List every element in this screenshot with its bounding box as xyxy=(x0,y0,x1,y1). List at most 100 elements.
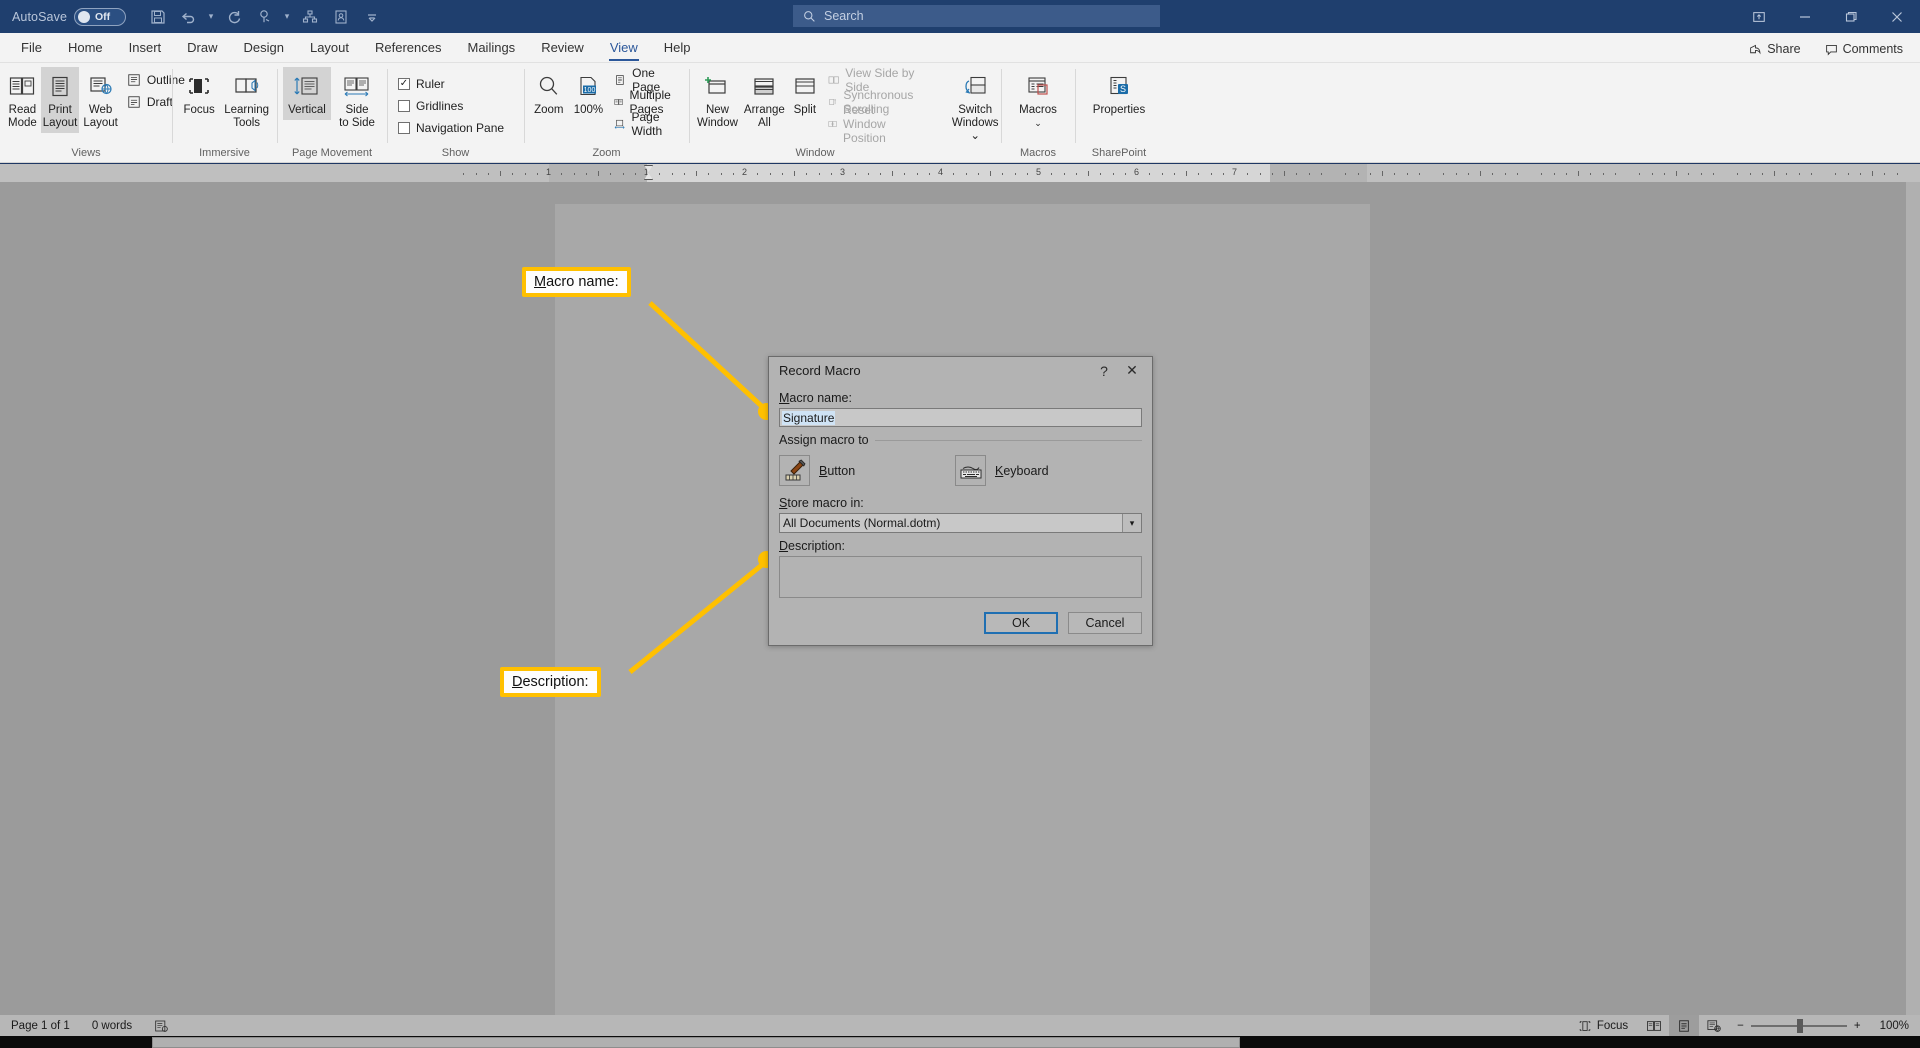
proofing-icon[interactable] xyxy=(143,1015,180,1036)
ruler-minor-tick xyxy=(818,172,820,175)
save-icon[interactable] xyxy=(142,4,173,30)
print-layout-view-button[interactable] xyxy=(1669,1015,1700,1036)
read-mode-button[interactable]: Read Mode xyxy=(6,67,39,133)
ruler-checkbox-row[interactable]: Ruler xyxy=(393,73,509,95)
zoom-slider-thumb[interactable] xyxy=(1796,1018,1803,1033)
description-textarea[interactable] xyxy=(779,556,1142,598)
zoom-button[interactable]: Zoom xyxy=(530,67,568,120)
page-width-button[interactable]: Page Width xyxy=(609,110,683,138)
vertical-button[interactable]: Vertical xyxy=(283,67,331,120)
tab-insert[interactable]: Insert xyxy=(116,34,175,62)
draft-icon xyxy=(128,96,140,108)
search-box[interactable]: Search xyxy=(793,5,1160,27)
navigation-pane-checkbox-row[interactable]: Navigation Pane xyxy=(393,117,509,139)
learning-tools-icon xyxy=(233,70,261,104)
record-macro-dialog[interactable]: Record Macro ? ✕ Macro name: Signature A… xyxy=(768,356,1153,646)
ruler-minor-tick xyxy=(1541,172,1543,175)
organization-chart-icon[interactable] xyxy=(294,4,325,30)
dialog-close-icon[interactable]: ✕ xyxy=(1118,359,1146,383)
zoom-level[interactable]: 100% xyxy=(1869,1015,1920,1036)
vertical-scrollbar[interactable] xyxy=(1906,182,1920,1027)
share-button[interactable]: Share xyxy=(1740,39,1809,59)
read-mode-label-2: Mode xyxy=(8,117,37,129)
print-layout-icon xyxy=(48,70,72,104)
restore-button[interactable] xyxy=(1828,0,1874,33)
ruler-minor-tick xyxy=(1602,172,1604,175)
customize-qat-icon[interactable] xyxy=(356,4,387,30)
zoom-in-button[interactable]: + xyxy=(1854,1020,1861,1032)
ruler-minor-tick xyxy=(1700,172,1702,175)
store-macro-dropdown[interactable]: All Documents (Normal.dotm) ▾ xyxy=(779,513,1142,533)
ruler-minor-tick xyxy=(487,172,489,175)
tab-references[interactable]: References xyxy=(362,34,454,62)
ok-button[interactable]: OK xyxy=(984,612,1058,634)
ruler-minor-tick xyxy=(1896,172,1898,175)
new-window-button[interactable]: New Window xyxy=(695,67,740,133)
touch-mode-icon[interactable] xyxy=(249,4,280,30)
focus-button[interactable]: Focus xyxy=(178,67,220,120)
navigation-pane-checkbox[interactable] xyxy=(398,122,410,134)
tab-mailings[interactable]: Mailings xyxy=(455,34,529,62)
redo-icon[interactable] xyxy=(218,4,249,30)
properties-button[interactable]: S Properties xyxy=(1081,67,1157,120)
undo-icon[interactable] xyxy=(173,4,204,30)
split-button[interactable]: Split xyxy=(789,67,821,120)
ruler-minor-tick xyxy=(769,172,771,175)
autosave-toggle[interactable]: Off xyxy=(74,7,127,26)
tab-help[interactable]: Help xyxy=(651,34,704,62)
keyboard-assign-icon[interactable] xyxy=(955,455,986,486)
side-to-side-button[interactable]: Side to Side xyxy=(333,67,381,133)
undo-dropdown-icon[interactable]: ▾ xyxy=(204,4,218,30)
assign-to-keyboard-item[interactable]: Keyboard xyxy=(955,455,1131,486)
minimize-button[interactable] xyxy=(1782,0,1828,33)
zoom-out-button[interactable]: − xyxy=(1737,1020,1744,1032)
ribbon-tab-bar: File Home Insert Draw Design Layout Refe… xyxy=(0,33,1920,63)
contact-card-icon[interactable] xyxy=(325,4,356,30)
print-layout-button[interactable]: Print Layout xyxy=(40,67,80,133)
macros-button[interactable]: Macros ⌄ xyxy=(1007,67,1069,133)
gridlines-checkbox[interactable] xyxy=(398,100,410,112)
assign-to-button-item[interactable]: Button xyxy=(779,455,955,486)
new-window-label-2: Window xyxy=(697,117,738,129)
ruler-minor-tick xyxy=(1112,172,1114,175)
zoom-slider[interactable]: − + xyxy=(1729,1018,1868,1033)
macros-dropdown-icon[interactable]: ⌄ xyxy=(1034,117,1042,130)
tab-view[interactable]: View xyxy=(597,34,651,62)
ruler-number: 5 xyxy=(1036,167,1042,177)
tab-file[interactable]: File xyxy=(8,34,55,62)
touch-mode-dropdown-icon[interactable]: ▾ xyxy=(280,4,294,30)
comments-button[interactable]: Comments xyxy=(1816,39,1912,59)
web-layout-view-button[interactable] xyxy=(1699,1015,1729,1036)
tab-review[interactable]: Review xyxy=(528,34,597,62)
switch-windows-button[interactable]: Switch Windows ⌄ xyxy=(950,67,1001,146)
word-count[interactable]: 0 words xyxy=(81,1015,143,1036)
autosave-knob xyxy=(78,10,91,23)
macro-name-input[interactable]: Signature xyxy=(779,408,1142,427)
button-assign-icon[interactable] xyxy=(779,455,810,486)
web-layout-button[interactable]: Web Layout xyxy=(81,67,120,133)
tab-design[interactable]: Design xyxy=(231,34,297,62)
close-button[interactable] xyxy=(1874,0,1920,33)
chevron-down-icon[interactable]: ▾ xyxy=(1122,514,1141,532)
tab-layout[interactable]: Layout xyxy=(297,34,362,62)
arrange-all-button[interactable]: Arrange All xyxy=(742,67,787,133)
read-mode-view-button[interactable] xyxy=(1639,1015,1669,1036)
ribbon-display-options-button[interactable] xyxy=(1736,0,1782,33)
focus-status-button[interactable]: Focus xyxy=(1567,1015,1639,1036)
page-indicator[interactable]: Page 1 of 1 xyxy=(0,1015,81,1036)
taskbar-window-strip[interactable] xyxy=(152,1037,1240,1048)
cancel-button[interactable]: Cancel xyxy=(1068,612,1142,634)
store-macro-value: All Documents (Normal.dotm) xyxy=(783,516,941,530)
ruler-minor-tick xyxy=(536,172,538,175)
zoom-100-button[interactable]: 100 100% xyxy=(570,67,608,120)
tab-home[interactable]: Home xyxy=(55,34,116,62)
help-icon[interactable]: ? xyxy=(1090,359,1118,383)
ruler-minor-tick xyxy=(757,172,759,175)
ruler-number: 3 xyxy=(840,167,846,177)
zoom-slider-track[interactable] xyxy=(1750,1018,1847,1033)
ruler-checkbox[interactable] xyxy=(398,78,410,90)
tab-draw[interactable]: Draw xyxy=(174,34,230,62)
gridlines-checkbox-row[interactable]: Gridlines xyxy=(393,95,509,117)
learning-tools-button[interactable]: Learning Tools xyxy=(222,67,271,133)
horizontal-ruler[interactable]: 11234567 xyxy=(0,164,1920,182)
